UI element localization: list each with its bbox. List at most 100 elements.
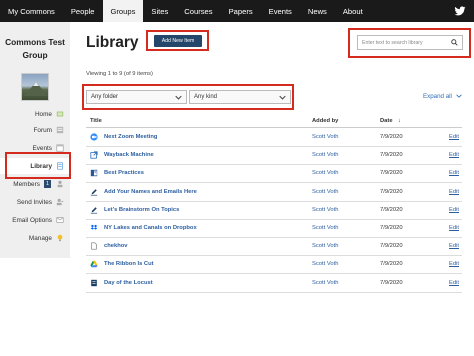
item-date: 7/9/2020 [380,170,403,177]
nav-sites[interactable]: Sites [143,0,176,22]
sidebar-item-label: Home [34,110,52,118]
added-by-link[interactable]: Scott Voth [312,207,338,213]
item-date: 7/9/2020 [380,261,403,268]
edit-link[interactable]: Edit [449,170,459,176]
edit-link[interactable]: Edit [449,225,459,231]
sidebar-item-home[interactable]: Home [0,106,70,122]
column-title[interactable]: Title [90,118,102,124]
home-icon [56,111,64,117]
external-link-icon [90,151,98,159]
page-title: Library [86,34,139,51]
highlight-library-nav [5,152,71,179]
table-row: Best Practices Scott Voth 7/9/2020 Edit [86,165,462,184]
pencil-icon [90,207,98,214]
item-title-link[interactable]: chekhov [104,243,128,249]
highlight-add-button [146,30,209,51]
edit-link[interactable]: Edit [449,152,459,158]
item-title-link[interactable]: Let's Brainstorm On Topics [104,207,179,213]
nav-news[interactable]: News [300,0,335,22]
added-by-link[interactable]: Scott Voth [312,225,338,231]
added-by-link[interactable]: Scott Voth [312,243,338,249]
sort-indicator[interactable]: ↓ [398,118,401,124]
edit-link[interactable]: Edit [449,280,459,286]
item-title-link[interactable]: The Ribbon Is Cut [104,261,154,267]
table-row: NY Lakes and Canals on Dropbox Scott Voth… [86,220,462,238]
nav-my-commons[interactable]: My Commons [0,0,63,22]
group-name[interactable]: Commons Test Group [0,36,70,62]
column-added-by[interactable]: Added by [312,118,338,124]
pencil-icon [90,188,98,196]
edit-link[interactable]: Edit [449,207,459,213]
nav-papers[interactable]: Papers [221,0,261,22]
group-sidebar: Commons Test Group Home Forum Events Lib… [0,22,70,258]
members-icon [57,180,63,188]
forum-icon [56,126,64,134]
sidebar-item-label: Email Options [12,216,52,224]
item-date: 7/9/2020 [380,188,403,195]
item-date: 7/9/2020 [380,243,403,250]
calendar-icon [56,144,64,152]
added-by-link[interactable]: Scott Voth [312,189,338,195]
sidebar-item-label: Forum [33,126,52,134]
sidebar-item-label: Events [32,144,52,152]
table-row: The Ribbon Is Cut Scott Voth 7/9/2020 Edit [86,256,462,275]
table-header: Title Added by Date ↓ [86,115,462,128]
sidebar-item-email-options[interactable]: Email Options [0,212,70,228]
members-count-badge: 1 [43,180,51,188]
dropbox-icon [90,224,98,230]
item-date: 7/9/2020 [380,206,403,213]
added-by-link[interactable]: Scott Voth [312,280,338,286]
nav-people[interactable]: People [63,0,103,22]
added-by-link[interactable]: Scott Voth [312,134,338,140]
twitter-icon[interactable] [454,5,466,17]
table-row: Day of the Locust Scott Voth 7/9/2020 Edit [86,275,462,293]
item-date: 7/9/2020 [380,225,403,231]
table-row: Next Zoom Meeting Scott Voth 7/9/2020 Edit [86,129,462,147]
group-name-line1: Commons Test [5,37,65,47]
sidebar-item-send-invites[interactable]: Send Invites [0,194,70,210]
sidebar-item-manage[interactable]: Manage [0,230,70,246]
pdf-icon [91,279,97,286]
item-title-link[interactable]: Next Zoom Meeting [104,134,157,140]
added-by-link[interactable]: Scott Voth [312,152,338,158]
chevron-down-icon [455,94,462,99]
word-doc-icon [90,170,98,177]
expand-all-link[interactable]: Expand all [423,93,462,100]
item-date: 7/9/2020 [380,134,403,140]
top-navigation: My Commons People Groups Sites Courses P… [0,0,474,22]
table-row: Add Your Names and Emails Here Scott Voth… [86,184,462,202]
highlight-search [348,28,471,58]
sidebar-item-label: Manage [28,234,52,242]
invite-icon [56,198,64,206]
expand-all-label: Expand all [423,93,452,100]
table-row: Let's Brainstorm On Topics Scott Voth 7/9/… [86,202,462,220]
nav-about[interactable]: About [335,0,371,22]
edit-link[interactable]: Edit [449,134,459,140]
group-avatar[interactable] [21,73,49,101]
item-title-link[interactable]: Add Your Names and Emails Here [104,189,197,195]
nav-courses[interactable]: Courses [176,0,220,22]
sidebar-item-forum[interactable]: Forum [0,122,70,138]
added-by-link[interactable]: Scott Voth [312,261,338,267]
item-title-link[interactable]: Best Practices [104,170,144,176]
item-title-link[interactable]: NY Lakes and Canals on Dropbox [104,225,197,231]
column-date[interactable]: Date [380,118,393,124]
sidebar-item-label: Members [13,180,40,188]
lightbulb-icon [57,234,63,242]
file-icon [91,242,97,250]
email-icon [56,217,64,223]
added-by-link[interactable]: Scott Voth [312,170,338,176]
nav-groups[interactable]: Groups [102,0,144,22]
item-date: 7/9/2020 [380,279,403,286]
item-title-link[interactable]: Day of the Locust [104,280,153,286]
items-count: Viewing 1 to 9 (of 9 items) [86,71,153,77]
table-row: Wayback Machine Scott Voth 7/9/2020 Edit [86,147,462,166]
nav-events[interactable]: Events [261,0,300,22]
item-title-link[interactable]: Wayback Machine [104,152,154,158]
sidebar-item-label: Send Invites [16,198,52,206]
edit-link[interactable]: Edit [449,243,459,249]
group-name-line2: Group [22,50,48,60]
edit-link[interactable]: Edit [449,261,459,267]
edit-link[interactable]: Edit [449,189,459,195]
item-date: 7/9/2020 [380,152,403,159]
